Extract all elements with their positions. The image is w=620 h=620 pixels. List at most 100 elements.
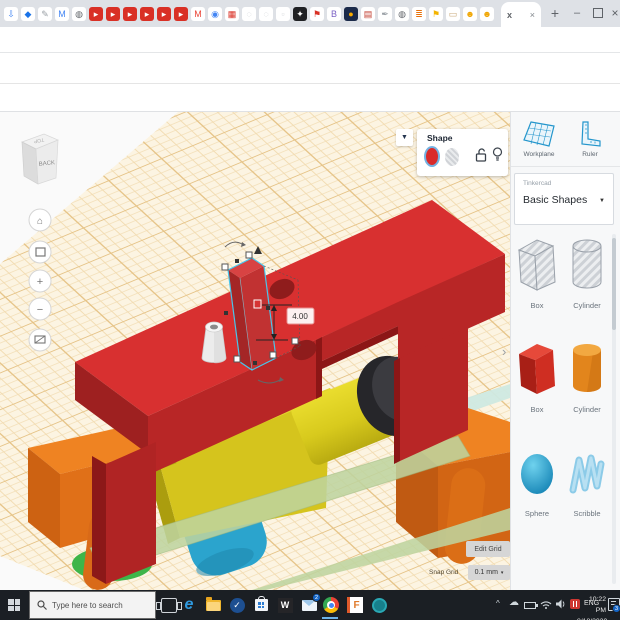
notification-badge: 3 xyxy=(612,604,620,613)
onedrive-cloud-icon[interactable]: ☁ xyxy=(509,597,519,608)
edge-taskbar-icon[interactable]: e xyxy=(180,596,198,614)
pinned-tab[interactable]: ✒ xyxy=(378,7,392,21)
mail-taskbar-icon[interactable]: 2 xyxy=(300,596,318,614)
category-value: Basic Shapes xyxy=(523,194,587,206)
white-cone-shape[interactable] xyxy=(202,322,226,363)
window-maximize-button[interactable] xyxy=(589,0,607,26)
pinned-tab[interactable]: ▦ xyxy=(225,7,239,21)
active-tab[interactable]: x × xyxy=(501,2,541,27)
tray-expand-icon[interactable]: ^ xyxy=(496,599,500,608)
pinned-tab[interactable]: B xyxy=(327,7,341,21)
pinned-tab[interactable]: M xyxy=(55,7,69,21)
w-app-taskbar-icon[interactable]: W xyxy=(276,596,294,614)
zoom-in-icon: + xyxy=(37,276,43,288)
hole-swatch[interactable] xyxy=(445,148,459,166)
store-taskbar-icon[interactable] xyxy=(252,596,270,614)
pinned-tab[interactable]: ▫ xyxy=(276,7,290,21)
pinned-tab[interactable]: ◌ xyxy=(259,7,273,21)
edit-toolbar: ↶ ↷ Import Export Send To xyxy=(0,84,620,112)
ruler-label: Ruler xyxy=(572,151,608,158)
new-tab-button[interactable]: + xyxy=(546,4,564,22)
inspector-collapse-button[interactable]: ▼ xyxy=(396,129,413,146)
snap-grid-label: Snap Grid xyxy=(429,569,458,576)
shape-tile-sphere[interactable]: Sphere xyxy=(512,444,562,518)
start-button[interactable] xyxy=(0,590,28,620)
window-minimize-button[interactable]: – xyxy=(568,0,586,26)
category-label: Tinkercad xyxy=(523,180,551,187)
chrome-taskbar-icon[interactable] xyxy=(322,596,340,614)
scene-svg: 4.00 TOP BACK ⌂ + − › xyxy=(0,112,510,590)
browser-url-bar: ← → ↻ tinkercad.com/things/b68fwcXqxPY-b… xyxy=(0,27,620,53)
f-app-taskbar-icon[interactable]: F xyxy=(346,596,364,614)
workplane-label: Workplane xyxy=(516,151,562,158)
task-view-icon[interactable] xyxy=(161,598,177,613)
sidebar-scrollbar-thumb[interactable] xyxy=(612,238,616,330)
taskbar-clock[interactable]: 10:22 PM 8/18/2020 xyxy=(577,595,606,620)
pinned-tab[interactable]: ◍ xyxy=(395,7,409,21)
pinned-tab[interactable]: ▸ xyxy=(123,7,137,21)
snap-grid-dropdown[interactable]: 0.1 mm▾ xyxy=(468,565,510,580)
active-tab-favicon: x xyxy=(507,10,512,20)
pinned-tab[interactable]: ◆ xyxy=(21,7,35,21)
pinned-tab[interactable]: ◌ xyxy=(242,7,256,21)
pinned-tab[interactable]: ☻ xyxy=(480,7,494,21)
pinned-tab[interactable]: ✎ xyxy=(38,7,52,21)
shape-tile-box-solid[interactable]: Box xyxy=(512,340,562,414)
panel-expander-chevron[interactable]: › xyxy=(502,344,506,359)
pinned-tab[interactable]: ⚑ xyxy=(310,7,324,21)
zoom-out-icon: − xyxy=(37,304,43,316)
tinkercad-header: TINKERCAD Brontosaurus xyxy=(0,53,620,84)
network-icon[interactable] xyxy=(540,600,552,609)
view-cube[interactable]: TOP BACK xyxy=(22,134,58,184)
shape-category-dropdown[interactable]: Tinkercad Basic Shapes ▼ xyxy=(514,173,614,225)
pinned-tab[interactable]: ⚑ xyxy=(429,7,443,21)
mail-badge: 2 xyxy=(312,593,321,602)
pinned-tab[interactable]: ▸ xyxy=(89,7,103,21)
pinned-tab[interactable]: ✦ xyxy=(293,7,307,21)
shape-tile-box-hole[interactable]: Box xyxy=(512,236,562,310)
fit-view-button xyxy=(29,241,51,263)
perspective-toggle-button xyxy=(29,329,51,351)
teal-app-taskbar-icon[interactable] xyxy=(370,596,388,614)
3d-viewport[interactable]: 4.00 TOP BACK ⌂ + − › xyxy=(0,112,510,590)
pinned-tab[interactable]: M xyxy=(191,7,205,21)
shape-tile-scribble[interactable]: Scribble xyxy=(562,444,612,518)
sidebar-divider xyxy=(511,166,620,167)
ruler-tool-icon[interactable] xyxy=(578,120,602,148)
pinned-tab[interactable]: ▸ xyxy=(106,7,120,21)
volume-icon[interactable] xyxy=(555,599,566,609)
file-explorer-taskbar-icon[interactable] xyxy=(204,596,222,614)
check-app-taskbar-icon[interactable]: ✓ xyxy=(228,596,246,614)
window-close-button[interactable]: × xyxy=(606,0,620,26)
chrome-active-underline xyxy=(322,617,338,619)
pinned-tab[interactable]: ▸ xyxy=(174,7,188,21)
pinned-tab[interactable]: ▸ xyxy=(157,7,171,21)
dimension-value[interactable]: 4.00 xyxy=(292,312,308,321)
pinned-tab[interactable]: ≣ xyxy=(412,7,426,21)
shape-tile-cylinder-solid[interactable]: Cylinder xyxy=(562,340,612,414)
battery-icon[interactable] xyxy=(524,602,536,609)
visibility-lightbulb-icon[interactable] xyxy=(492,146,503,163)
pinned-tab[interactable]: ◉ xyxy=(208,7,222,21)
edit-grid-button[interactable]: Edit Grid xyxy=(466,541,510,557)
active-dimension-handle[interactable] xyxy=(254,300,261,308)
taskbar-search-input[interactable]: Type here to search xyxy=(29,591,156,619)
workplane-tool-icon[interactable] xyxy=(522,120,556,148)
tab-close-icon[interactable]: × xyxy=(530,10,535,20)
chevron-down-icon: ▾ xyxy=(501,570,504,576)
lock-icon[interactable] xyxy=(475,147,487,163)
search-placeholder: Type here to search xyxy=(52,601,123,610)
pinned-tab[interactable]: ◍ xyxy=(72,7,86,21)
pinned-tab[interactable]: ● xyxy=(344,7,358,21)
pinned-tab[interactable]: ⇩ xyxy=(4,7,18,21)
pinned-tab[interactable]: ▭ xyxy=(446,7,460,21)
home-icon[interactable]: ⌂ xyxy=(37,216,43,227)
pinned-tab[interactable]: ▸ xyxy=(140,7,154,21)
pinned-tabs[interactable]: ⇩◆✎M◍▸▸▸▸▸▸M◉▦◌◌▫✦⚑B●▤✒◍≣⚑▭☻☻ xyxy=(4,5,494,23)
search-icon xyxy=(37,600,47,610)
solid-color-swatch[interactable] xyxy=(424,146,440,167)
shape-panel-title: Shape xyxy=(427,133,453,143)
shape-tile-cylinder-hole[interactable]: Cylinder xyxy=(562,236,612,310)
pinned-tab[interactable]: ☻ xyxy=(463,7,477,21)
pinned-tab[interactable]: ▤ xyxy=(361,7,375,21)
